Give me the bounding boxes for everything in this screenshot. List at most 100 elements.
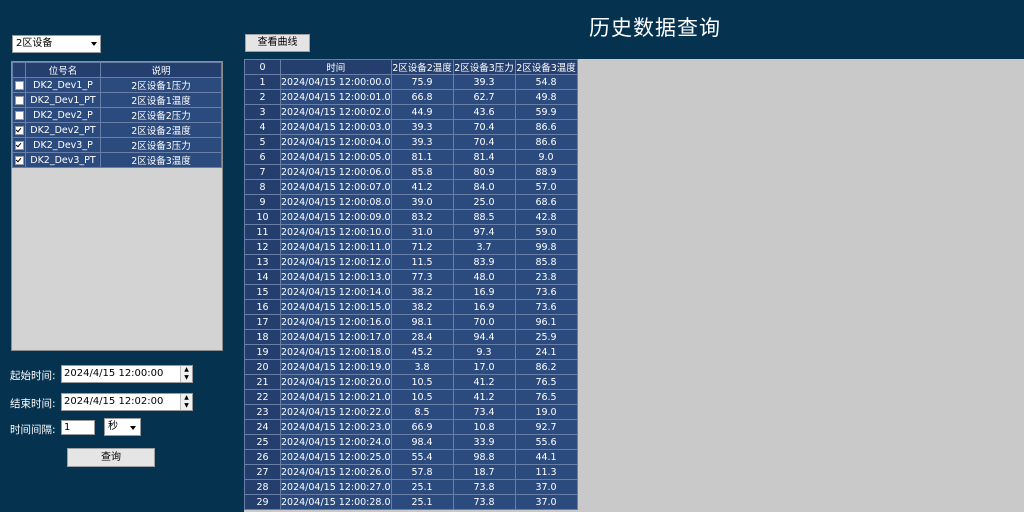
dev3-temp-cell: 44.1 [514, 449, 578, 465]
dev3-temp-cell: 59.9 [514, 104, 578, 120]
dev3-temp-cell: 76.5 [514, 374, 578, 390]
dev2-temp-cell: 11.5 [390, 254, 454, 270]
table-row[interactable]: 2 2024/04/15 12:00:01.0 66.8 62.7 49.8 [244, 89, 578, 105]
table-row[interactable]: 7 2024/04/15 12:00:06.0 85.8 80.9 88.9 [244, 164, 578, 180]
tag-cell: DK2_Dev2_PT [25, 122, 101, 138]
table-row[interactable]: DK2_Dev2_PT 2区设备2温度 [12, 122, 222, 138]
checkbox-checked[interactable] [14, 125, 24, 135]
table-row[interactable]: DK2_Dev1_PT 2区设备1温度 [12, 92, 222, 108]
region-select[interactable]: 2区设备 [12, 35, 101, 53]
dev3-pressure-cell: 73.4 [452, 404, 516, 420]
dev3-pressure-cell: 83.9 [452, 254, 516, 270]
row-checkbox-cell[interactable] [12, 122, 26, 138]
dev3-temp-cell: 76.5 [514, 389, 578, 405]
desc-cell: 2区设备1温度 [100, 92, 222, 108]
dev3-pressure-cell: 41.2 [452, 374, 516, 390]
table-row[interactable]: 26 2024/04/15 12:00:25.0 55.4 98.8 44.1 [244, 449, 578, 465]
dev3-pressure-cell: 70.4 [452, 119, 516, 135]
table-row[interactable]: 19 2024/04/15 12:00:18.0 45.2 9.3 24.1 [244, 344, 578, 360]
table-row[interactable]: 13 2024/04/15 12:00:12.0 11.5 83.9 85.8 [244, 254, 578, 270]
dev2-temp-cell: 25.1 [390, 494, 454, 510]
dev3-temp-cell: 85.8 [514, 254, 578, 270]
table-row[interactable]: 24 2024/04/15 12:00:23.0 66.9 10.8 92.7 [244, 419, 578, 435]
table-row[interactable]: 11 2024/04/15 12:00:10.0 31.0 97.4 59.0 [244, 224, 578, 240]
interval-unit-value: 秒 [108, 421, 118, 432]
dev3-temp-cell: 37.0 [514, 479, 578, 495]
query-button[interactable]: 查询 [67, 448, 155, 467]
time-cell: 2024/04/15 12:00:27.0 [280, 479, 392, 495]
view-curve-button[interactable]: 查看曲线 [245, 34, 310, 52]
row-number-cell: 13 [244, 254, 281, 270]
checkbox-unchecked[interactable] [14, 80, 24, 90]
table-row[interactable]: 22 2024/04/15 12:00:21.0 10.5 41.2 76.5 [244, 389, 578, 405]
data-grid-area[interactable]: 0 时间 2区设备2温度 2区设备3压力 2区设备3温度 1 2024/04/15… [244, 59, 1024, 512]
table-row[interactable]: 29 2024/04/15 12:00:28.0 25.1 73.8 37.0 [244, 494, 578, 510]
row-checkbox-cell[interactable] [12, 137, 26, 153]
checkbox-checked[interactable] [14, 155, 24, 165]
time-cell: 2024/04/15 12:00:03.0 [280, 119, 392, 135]
table-row[interactable]: 4 2024/04/15 12:00:03.0 39.3 70.4 86.6 [244, 119, 578, 135]
row-checkbox-cell[interactable] [12, 92, 26, 108]
interval-input[interactable]: 1 [61, 420, 95, 435]
time-cell: 2024/04/15 12:00:01.0 [280, 89, 392, 105]
dev3-temp-cell: 49.8 [514, 89, 578, 105]
checkbox-unchecked[interactable] [14, 110, 24, 120]
table-row[interactable]: 3 2024/04/15 12:00:02.0 44.9 43.6 59.9 [244, 104, 578, 120]
dev2-temp-cell: 10.5 [390, 389, 454, 405]
time-cell: 2024/04/15 12:00:13.0 [280, 269, 392, 285]
dev2-temp-cell: 77.3 [390, 269, 454, 285]
point-list-panel[interactable]: 位号名 说明 DK2_Dev1_P 2区设备1压力 DK2_Dev1_PT 2区设备1… [11, 61, 223, 351]
end-time-label: 结束时间: [10, 398, 56, 410]
dev2-temp-cell: 66.9 [390, 419, 454, 435]
table-row[interactable]: 10 2024/04/15 12:00:09.0 83.2 88.5 42.8 [244, 209, 578, 225]
table-row[interactable]: 21 2024/04/15 12:00:20.0 10.5 41.2 76.5 [244, 374, 578, 390]
table-row[interactable]: 6 2024/04/15 12:00:05.0 81.1 81.4 9.0 [244, 149, 578, 165]
table-row[interactable]: DK2_Dev3_P 2区设备3压力 [12, 137, 222, 153]
start-time-picker[interactable]: 2024/4/15 12:00:00 ▲ ▼ [61, 365, 193, 383]
table-row[interactable]: 14 2024/04/15 12:00:13.0 77.3 48.0 23.8 [244, 269, 578, 285]
dev2-temp-cell: 81.1 [390, 149, 454, 165]
dev3-pressure-cell: 17.0 [452, 359, 516, 375]
dev2-temp-cell: 41.2 [390, 179, 454, 195]
dev2-temp-cell: 28.4 [390, 329, 454, 345]
dev3-temp-cell: 24.1 [514, 344, 578, 360]
dev2-temp-cell: 85.8 [390, 164, 454, 180]
table-row[interactable]: 8 2024/04/15 12:00:07.0 41.2 84.0 57.0 [244, 179, 578, 195]
dev3-temp-cell: 23.8 [514, 269, 578, 285]
row-number-cell: 9 [244, 194, 281, 210]
dev3-pressure-cell: 88.5 [452, 209, 516, 225]
table-row[interactable]: 16 2024/04/15 12:00:15.0 38.2 16.9 73.6 [244, 299, 578, 315]
table-row[interactable]: 25 2024/04/15 12:00:24.0 98.4 33.9 55.6 [244, 434, 578, 450]
row-number-cell: 7 [244, 164, 281, 180]
row-checkbox-cell[interactable] [12, 107, 26, 123]
chevron-down-icon [91, 42, 97, 46]
checkbox-unchecked[interactable] [14, 95, 24, 105]
table-row[interactable]: 9 2024/04/15 12:00:08.0 39.0 25.0 68.6 [244, 194, 578, 210]
table-row[interactable]: DK2_Dev1_P 2区设备1压力 [12, 77, 222, 93]
table-row[interactable]: DK2_Dev3_PT 2区设备3温度 [12, 152, 222, 168]
spin-updown-icon[interactable]: ▲ ▼ [180, 394, 192, 410]
dev3-temp-cell: 73.6 [514, 299, 578, 315]
end-time-picker[interactable]: 2024/4/15 12:02:00 ▲ ▼ [61, 393, 193, 411]
row-checkbox-cell[interactable] [12, 77, 26, 93]
table-row[interactable]: 15 2024/04/15 12:00:14.0 38.2 16.9 73.6 [244, 284, 578, 300]
interval-unit-select[interactable]: 秒 [104, 418, 141, 436]
table-row[interactable]: 1 2024/04/15 12:00:00.0 75.9 39.3 54.8 [244, 74, 578, 90]
table-row[interactable]: 20 2024/04/15 12:00:19.0 3.8 17.0 86.2 [244, 359, 578, 375]
table-row[interactable]: DK2_Dev2_P 2区设备2压力 [12, 107, 222, 123]
table-row[interactable]: 23 2024/04/15 12:00:22.0 8.5 73.4 19.0 [244, 404, 578, 420]
row-number-cell: 28 [244, 479, 281, 495]
row-checkbox-cell[interactable] [12, 152, 26, 168]
checkbox-checked[interactable] [14, 140, 24, 150]
time-cell: 2024/04/15 12:00:20.0 [280, 374, 392, 390]
table-row[interactable]: 18 2024/04/15 12:00:17.0 28.4 94.4 25.9 [244, 329, 578, 345]
spin-updown-icon[interactable]: ▲ ▼ [180, 366, 192, 382]
row-number-cell: 23 [244, 404, 281, 420]
table-row[interactable]: 27 2024/04/15 12:00:26.0 57.8 18.7 11.3 [244, 464, 578, 480]
table-row[interactable]: 12 2024/04/15 12:00:11.0 71.2 3.7 99.8 [244, 239, 578, 255]
table-row[interactable]: 5 2024/04/15 12:00:04.0 39.3 70.4 86.6 [244, 134, 578, 150]
table-row[interactable]: 17 2024/04/15 12:00:16.0 98.1 70.0 96.1 [244, 314, 578, 330]
row-number-cell: 21 [244, 374, 281, 390]
dev2-temp-cell: 8.5 [390, 404, 454, 420]
table-row[interactable]: 28 2024/04/15 12:00:27.0 25.1 73.8 37.0 [244, 479, 578, 495]
